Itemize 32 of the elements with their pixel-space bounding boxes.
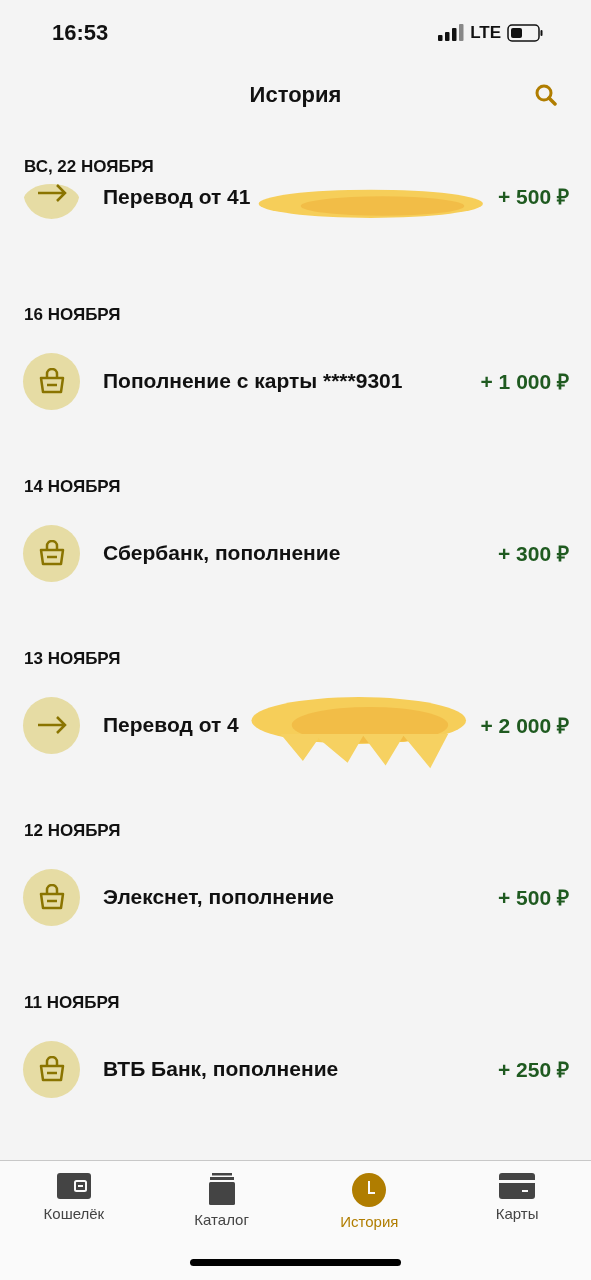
transaction-name[interactable]: Перевод от 4 (103, 710, 243, 740)
tab-item[interactable]: История (295, 1161, 444, 1280)
basket-icon (37, 884, 66, 910)
transaction-name[interactable]: Сбербанк, пополнение (103, 541, 498, 565)
transaction-name[interactable]: ВТБ Банк, пополнение (103, 1057, 498, 1081)
card-icon (499, 1173, 536, 1199)
transaction-name[interactable]: Пополнение с карты ****9301 (103, 369, 481, 393)
basket-icon (37, 1056, 66, 1082)
signal-icon (438, 24, 465, 41)
clock-icon (352, 1173, 387, 1207)
arrow-icon (36, 184, 67, 202)
transaction-amount: + 300 ₽ (498, 541, 569, 567)
transaction-name[interactable]: Элекснет, пополнение (103, 885, 498, 909)
transaction-amount: + 500 ₽ (498, 184, 569, 210)
battery-icon (507, 23, 543, 42)
transaction-amount: + 2 000 ₽ (480, 713, 569, 739)
transaction-name[interactable]: Перевод от 41 (103, 184, 251, 210)
search-icon[interactable] (535, 84, 557, 106)
page-title: История (249, 82, 342, 108)
basket-icon (37, 540, 66, 566)
arrow-icon (36, 716, 67, 734)
stack-icon (208, 1173, 235, 1205)
transaction-amount: + 1 000 ₽ (480, 369, 569, 395)
transaction-amount: + 250 ₽ (498, 1057, 569, 1083)
tab-item[interactable]: Каталог (147, 1161, 296, 1280)
wallet-icon (56, 1173, 91, 1199)
tab-item[interactable]: Кошелёк (0, 1161, 148, 1280)
network-label: LTE (470, 22, 501, 43)
transaction-amount: + 500 ₽ (498, 885, 569, 911)
status-time: 16:53 (52, 19, 109, 46)
tab-item[interactable]: Карты (443, 1161, 591, 1280)
basket-icon (37, 368, 66, 394)
